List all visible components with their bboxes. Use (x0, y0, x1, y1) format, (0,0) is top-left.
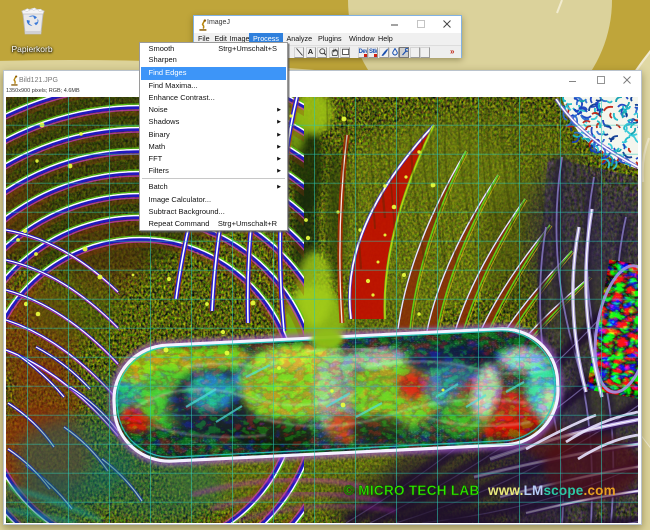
svg-text:www.LMscope.com: www.LMscope.com (487, 483, 616, 498)
svg-text:© MICRO TECH LAB: © MICRO TECH LAB (344, 483, 480, 498)
